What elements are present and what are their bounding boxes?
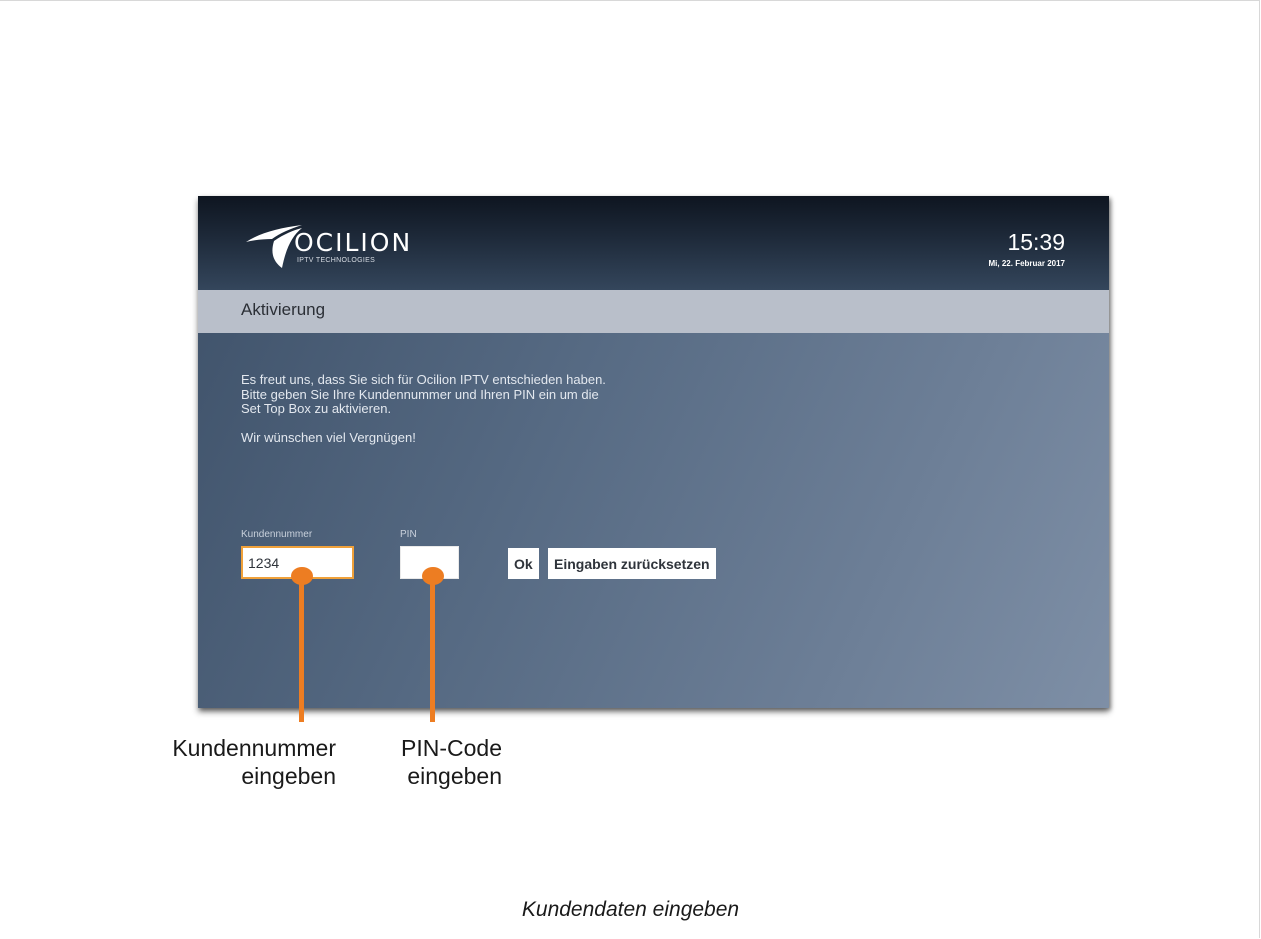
- pin-label: PIN: [400, 529, 417, 540]
- annotation-pin-code: PIN-Code eingeben: [386, 734, 502, 790]
- customer-number-label: Kundennummer: [241, 529, 313, 540]
- tv-screen: OCILION IPTV TECHNOLOGIES 15:39 Mi, 22. …: [198, 196, 1109, 708]
- callout-line-customer: [299, 580, 304, 722]
- clock-time: 15:39: [1007, 229, 1065, 255]
- ocilion-logo: OCILION IPTV TECHNOLOGIES: [244, 222, 464, 272]
- section-bar: Aktivierung: [198, 290, 1109, 333]
- callout-line-pin: [430, 580, 435, 722]
- annotation-text: eingeben: [241, 763, 336, 789]
- reset-button[interactable]: Eingaben zurücksetzen: [548, 548, 716, 579]
- annotation-customer-number: Kundennummer eingeben: [140, 734, 336, 790]
- annotation-text: Kundennummer: [172, 735, 336, 761]
- clock-date: Mi, 22. Februar 2017: [988, 259, 1065, 268]
- welcome-line: Es freut uns, dass Sie sich für Ocilion …: [241, 372, 606, 387]
- logo-subtitle: IPTV TECHNOLOGIES: [297, 257, 376, 264]
- welcome-line: Bitte geben Sie Ihre Kundennummer und Ih…: [241, 386, 599, 402]
- section-title: Aktivierung: [241, 300, 326, 319]
- figure-caption: Kundendaten eingeben: [521, 898, 740, 921]
- welcome-text: Es freut uns, dass Sie sich für Ocilion …: [241, 372, 761, 445]
- ok-button[interactable]: Ok: [508, 548, 539, 579]
- tv-header: OCILION IPTV TECHNOLOGIES 15:39 Mi, 22. …: [198, 196, 1109, 290]
- logo-wordmark: OCILION: [294, 228, 413, 257]
- welcome-wish: Wir wünschen viel Vergnügen!: [241, 429, 416, 445]
- annotation-text: eingeben: [407, 763, 502, 789]
- annotation-text: PIN-Code: [401, 735, 502, 761]
- welcome-line: Set Top Box zu aktivieren.: [241, 401, 392, 416]
